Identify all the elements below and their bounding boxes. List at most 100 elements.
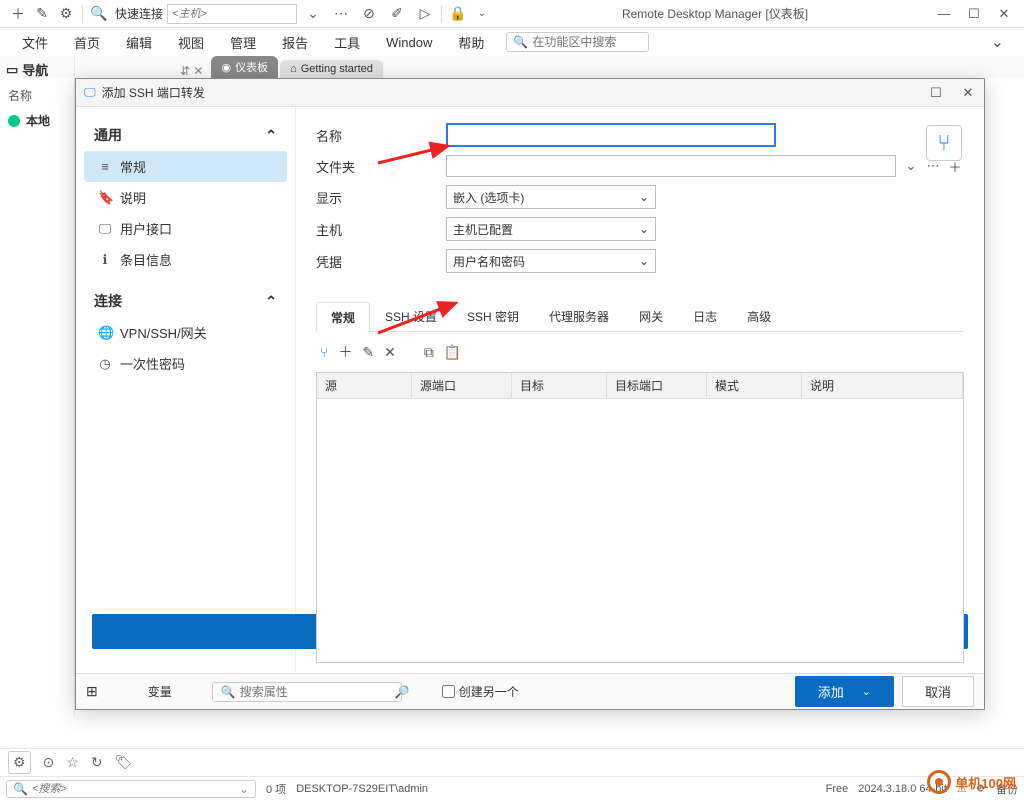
- display-select[interactable]: 嵌入 (选项卡): [446, 185, 656, 209]
- search-icon: 🔍: [221, 685, 236, 699]
- forwards-grid[interactable]: 源 源端口 目标 目标端口 模式 说明: [316, 372, 964, 663]
- connection-type-icon[interactable]: ⑂: [926, 125, 962, 161]
- folder-label: 文件夹: [316, 157, 446, 176]
- menu-manage[interactable]: 管理: [218, 29, 268, 56]
- col-mode[interactable]: 模式: [707, 373, 802, 398]
- section-general[interactable]: 通用 ⌃: [84, 119, 287, 151]
- col-source[interactable]: 源: [317, 373, 412, 398]
- inner-tab-ssh-settings[interactable]: SSH 设置: [370, 301, 452, 331]
- ribbon-search-input[interactable]: [532, 35, 642, 49]
- window-controls: — ☐ ✕: [936, 6, 1012, 22]
- sidebar-item-ui[interactable]: 🖵 用户接口: [84, 213, 287, 244]
- document-tabs: ⇵ ✕ ◉ 仪表板 ⌂ Getting started: [0, 56, 1024, 78]
- star-icon[interactable]: ☆: [66, 754, 79, 771]
- add-ssh-port-forward-dialog: 🖵 添加 SSH 端口转发 ☐ ✕ 通用 ⌃ ≡ 常规 🔖 说明 🖵: [75, 78, 985, 710]
- sidebar-item-label: VPN/SSH/网关: [120, 323, 207, 342]
- maximize-button[interactable]: ☐: [966, 6, 982, 22]
- play-icon[interactable]: ▷: [415, 4, 435, 24]
- navigation-panel: ▭ 导航 名称 本地: [0, 56, 75, 716]
- name-input[interactable]: [446, 123, 776, 147]
- minimize-button[interactable]: —: [936, 6, 952, 22]
- search-properties-input[interactable]: [240, 685, 395, 699]
- close-button[interactable]: ✕: [996, 6, 1012, 22]
- more-icon[interactable]: ⋯: [331, 4, 351, 24]
- menu-home[interactable]: 首页: [62, 29, 112, 56]
- chevron-down-icon[interactable]: ⌄: [472, 4, 492, 24]
- sidebar-item-info[interactable]: ℹ 条目信息: [84, 244, 287, 275]
- ribbon-search[interactable]: 🔍: [506, 32, 649, 52]
- list-icon: ≡: [98, 159, 112, 174]
- global-search-input[interactable]: [32, 783, 239, 795]
- col-source-port[interactable]: 源端口: [412, 373, 512, 398]
- play-icon[interactable]: ⊙: [43, 754, 55, 771]
- search-icon[interactable]: 🔍: [89, 4, 109, 24]
- collapse-ribbon-icon[interactable]: ⌄: [991, 32, 1004, 52]
- disable-icon[interactable]: ⊘: [359, 4, 379, 24]
- chevron-down-icon[interactable]: ⌄: [902, 157, 920, 175]
- variable-tab[interactable]: 变量: [118, 683, 202, 700]
- inner-tab-gateway[interactable]: 网关: [624, 301, 678, 331]
- tab-getting-started[interactable]: ⌂ Getting started: [280, 60, 383, 78]
- search-icon[interactable]: 🔎: [395, 685, 410, 699]
- menu-bar: 文件 首页 编辑 视图 管理 报告 工具 Window 帮助 🔍 ⌄: [0, 28, 1024, 56]
- create-another-checkbox[interactable]: 创建另一个: [442, 683, 519, 700]
- options-icon[interactable]: ⚙: [56, 4, 76, 24]
- global-search[interactable]: 🔍 ⌄: [6, 780, 256, 798]
- inner-tab-advanced[interactable]: 高级: [732, 301, 786, 331]
- sidebar-item-label: 用户接口: [120, 219, 172, 238]
- monitor-icon: 🖵: [84, 85, 96, 100]
- credentials-select[interactable]: 用户名和密码: [446, 249, 656, 273]
- sidebar-item-label: 常规: [120, 157, 146, 176]
- sidebar-item-vpn[interactable]: 🌐 VPN/SSH/网关: [84, 317, 287, 348]
- sidebar-item-description[interactable]: 🔖 说明: [84, 182, 287, 213]
- inner-tab-proxy[interactable]: 代理服务器: [534, 301, 624, 331]
- menu-report[interactable]: 报告: [270, 29, 320, 56]
- menu-help[interactable]: 帮助: [446, 29, 496, 56]
- chevron-down-icon[interactable]: ⌄: [303, 4, 323, 24]
- button-label: 添加: [818, 682, 844, 701]
- inner-tab-ssh-keys[interactable]: SSH 密钥: [452, 301, 534, 331]
- section-connection[interactable]: 连接 ⌃: [84, 285, 287, 317]
- menu-window[interactable]: Window: [374, 31, 444, 54]
- col-target[interactable]: 目标: [512, 373, 607, 398]
- tab-dashboard[interactable]: ◉ 仪表板: [211, 56, 278, 78]
- connection-icon[interactable]: ⑂: [320, 344, 328, 360]
- host-input[interactable]: [167, 4, 297, 24]
- delete-icon[interactable]: ✕: [384, 344, 396, 361]
- edit-icon[interactable]: ✐: [387, 4, 407, 24]
- inner-tab-general[interactable]: 常规: [316, 302, 370, 332]
- folder-input[interactable]: [446, 155, 896, 177]
- menu-file[interactable]: 文件: [10, 29, 60, 56]
- sidebar-item-general[interactable]: ≡ 常规: [84, 151, 287, 182]
- monitor-icon: 🖵: [98, 221, 112, 237]
- gear-icon[interactable]: ⚙: [8, 751, 31, 774]
- search-properties[interactable]: 🔍 🔎: [212, 682, 402, 702]
- close-button[interactable]: ✕: [960, 85, 976, 101]
- sidebar-item-otp[interactable]: ◷ 一次性密码: [84, 348, 287, 379]
- forwards-toolbar: ⑂ ＋ ✎ ✕ ⧉ 📋: [316, 332, 964, 372]
- host-select[interactable]: 主机已配置: [446, 217, 656, 241]
- maximize-button[interactable]: ☐: [928, 85, 944, 101]
- col-target-port[interactable]: 目标端口: [607, 373, 707, 398]
- history-icon[interactable]: ↻: [91, 754, 103, 771]
- menu-view[interactable]: 视图: [166, 29, 216, 56]
- lock-icon[interactable]: 🔒: [448, 4, 468, 24]
- plus-icon[interactable]: ＋: [338, 342, 352, 362]
- add-button[interactable]: 添加: [795, 676, 894, 707]
- paste-icon[interactable]: 📋: [444, 344, 461, 361]
- inner-tab-logs[interactable]: 日志: [678, 301, 732, 331]
- pencil-icon[interactable]: ✎: [32, 4, 52, 24]
- nav-item-local[interactable]: 本地: [0, 108, 74, 133]
- col-description[interactable]: 说明: [802, 373, 963, 398]
- copy-icon[interactable]: ⧉: [424, 344, 434, 361]
- menu-edit[interactable]: 编辑: [114, 29, 164, 56]
- tag-icon[interactable]: 🏷: [115, 754, 133, 771]
- pin-icon[interactable]: ⇵ ✕: [180, 64, 203, 78]
- checkbox[interactable]: [442, 685, 455, 698]
- plus-icon[interactable]: ＋: [8, 4, 28, 24]
- cancel-button[interactable]: 取消: [902, 676, 974, 707]
- chevron-down-icon[interactable]: ⌄: [239, 782, 249, 796]
- menu-tools[interactable]: 工具: [322, 29, 372, 56]
- grid-icon[interactable]: ⊞: [86, 683, 98, 700]
- pencil-icon[interactable]: ✎: [362, 344, 374, 361]
